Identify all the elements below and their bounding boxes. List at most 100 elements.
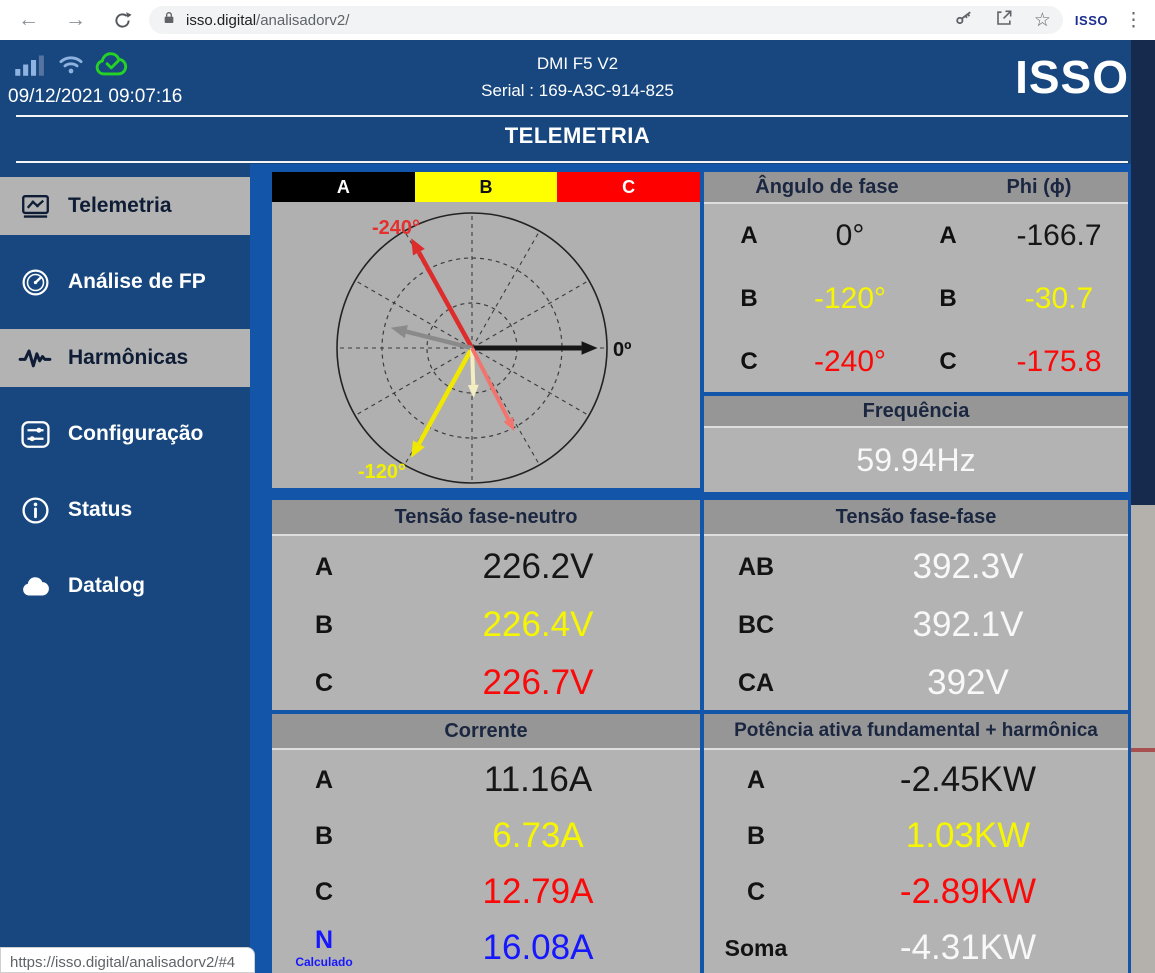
phase-angle-cell: A [906, 222, 990, 250]
current-panel: Corrente A11.16AB6.73AC12.79ANCalculado1… [272, 714, 700, 973]
phase-angle-cell: C [906, 348, 990, 376]
row-label: Soma [704, 937, 808, 960]
current-row-n: NCalculado16.08A [272, 920, 700, 973]
row-value: -2.45KW [808, 760, 1128, 800]
row-label: C [704, 880, 808, 905]
phase-angle-cell: -30.7 [990, 282, 1128, 316]
row-label: CA [704, 671, 808, 696]
power-row-b: B1.03KW [704, 808, 1128, 864]
svg-text:-240°: -240° [372, 217, 420, 239]
telemetry-chart-icon [16, 191, 54, 222]
voltage-ll-panel: Tensão fase-fase AB392.3V BC392.1V CA392V [704, 500, 1128, 710]
voltage-ln-table: A226.2VB226.4VC226.7V [272, 536, 700, 712]
scrollbar-thumb[interactable] [1131, 40, 1155, 505]
status-bar-link: https://isso.digital/analisadorv2/#4 [0, 947, 255, 973]
forward-icon[interactable]: → [65, 8, 86, 32]
reload-icon[interactable] [112, 10, 133, 31]
row-value: 392.3V [808, 547, 1128, 587]
phase-angle-panel: Ângulo de fase Phi (ϕ) A0°A-166.7B-120°B… [704, 172, 1128, 392]
row-sublabel: Calculado [295, 956, 352, 968]
current-row-a: A11.16A [272, 752, 700, 808]
sidebar-item-label: Datalog [68, 574, 145, 598]
page-title: TELEMETRIA [0, 123, 1155, 149]
voltage-ll-row-ab: AB392.3V [704, 538, 1128, 596]
voltage-ll-title: Tensão fase-fase [704, 500, 1128, 536]
frequency-title: Frequência [704, 396, 1128, 428]
row-label: A [272, 555, 376, 580]
scrollbar-marker [1131, 748, 1155, 752]
row-value: 16.08A [376, 928, 700, 968]
row-label: C [272, 671, 376, 696]
row-label: BC [704, 613, 808, 638]
row-value: -4.31KW [808, 928, 1128, 968]
row-value: 6.73A [376, 816, 700, 856]
title-divider [16, 161, 1128, 163]
key-icon[interactable] [954, 8, 974, 33]
waveform-icon [16, 341, 54, 375]
phase-angle-cell: -240° [794, 345, 906, 379]
row-label: AB [704, 555, 808, 580]
sidebar-item-label: Análise de FP [68, 270, 206, 294]
back-icon[interactable]: ← [18, 8, 39, 32]
sidebar-item-analise-de-fp[interactable]: Análise de FP [0, 253, 250, 311]
row-value: -2.89KW [808, 872, 1128, 912]
sidebar-item-harmonicas[interactable]: Harmônicas [0, 329, 250, 387]
power-row-c: C-2.89KW [704, 864, 1128, 920]
row-label: C [272, 880, 376, 905]
analyzer-app: ← → isso.digital/analisadorv2/ ☆ ISSO ⋮ [0, 0, 1155, 973]
device-model: DMI F5 V2 [0, 50, 1155, 77]
phase-angle-cell: A [704, 222, 794, 250]
phase-angle-cell: -175.8 [990, 345, 1128, 379]
address-bar[interactable]: isso.digital/analisadorv2/ ☆ [149, 6, 1063, 34]
row-value: 12.79A [376, 872, 700, 912]
row-value: 392.1V [808, 605, 1128, 645]
power-panel: Potência ativa fundamental + harmônica A… [704, 714, 1128, 973]
frequency-panel: Frequência 59.94Hz [704, 396, 1128, 492]
phase-legend: ABC [272, 172, 700, 202]
device-serial: Serial : 169-A3C-914-825 [0, 77, 1155, 104]
current-row-b: B6.73A [272, 808, 700, 864]
phase-angle-table: A0°A-166.7B-120°B-30.7C-240°C-175.8 [704, 204, 1128, 393]
phase-legend-b: B [415, 172, 558, 202]
current-title: Corrente [272, 714, 700, 750]
phasor-arrow-voltage-c [411, 238, 472, 348]
row-label: B [704, 824, 808, 849]
frequency-value: 59.94Hz [704, 428, 1128, 492]
url-text[interactable]: isso.digital/analisadorv2/ [186, 12, 954, 29]
phi-title: Phi (ϕ) [950, 176, 1128, 199]
row-value: 226.2V [376, 547, 700, 587]
row-value: 11.16A [376, 760, 700, 800]
gauge-icon [16, 267, 54, 298]
info-icon [16, 495, 54, 526]
sidebar-item-status[interactable]: Status [0, 481, 250, 539]
sidebar-item-configuracao[interactable]: Configuração [0, 405, 250, 463]
share-icon[interactable] [994, 8, 1014, 33]
phasor-panel: ABC -240°0º-120° [272, 172, 700, 488]
isso-extension-badge[interactable]: ISSO [1075, 13, 1108, 28]
phase-angle-cell: -120° [794, 282, 906, 316]
voltage-ln-panel: Tensão fase-neutro A226.2VB226.4VC226.7V [272, 500, 700, 710]
sidebar-item-datalog[interactable]: Datalog [0, 557, 250, 615]
power-table: A-2.45KWB1.03KWC-2.89KWSoma-4.31KW [704, 750, 1128, 973]
sliders-icon [16, 419, 54, 450]
phasor-diagram: -240°0º-120° [272, 202, 700, 488]
phase-legend-c: C [557, 172, 700, 202]
page-scrollbar[interactable] [1131, 40, 1155, 973]
browser-menu-icon[interactable]: ⋮ [1124, 11, 1143, 30]
browser-toolbar: ← → isso.digital/analisadorv2/ ☆ ISSO ⋮ [0, 0, 1155, 40]
current-row-c: C12.79A [272, 864, 700, 920]
row-label: A [704, 768, 808, 793]
device-info: DMI F5 V2 Serial : 169-A3C-914-825 [0, 50, 1155, 104]
phase-angle-cell: -166.7 [990, 219, 1128, 253]
row-value: 392V [808, 663, 1128, 703]
lock-icon [161, 10, 177, 31]
omnibox-actions: ☆ [954, 8, 1051, 33]
phase-angle-cell: C [704, 348, 794, 376]
sidebar-item-telemetria[interactable]: Telemetria [0, 177, 250, 235]
phase-legend-a: A [272, 172, 415, 202]
row-value: 1.03KW [808, 816, 1128, 856]
bookmark-star-icon[interactable]: ☆ [1034, 11, 1051, 30]
sidebar: Telemetria Análise de FP Harmônicas Configu… [0, 164, 250, 973]
row-value: 226.7V [376, 663, 700, 703]
power-row-soma: Soma-4.31KW [704, 920, 1128, 973]
